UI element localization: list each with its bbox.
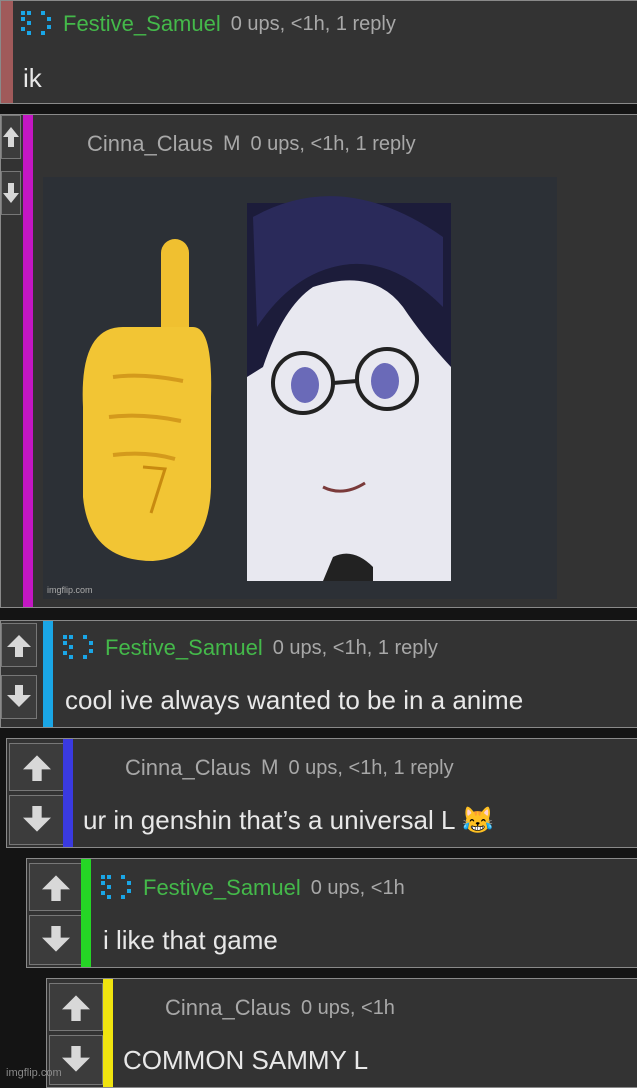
- comment: Festive_Samuel 0 ups, <1h, 1 reply ik: [0, 0, 637, 104]
- thread-bar: [63, 739, 73, 847]
- username[interactable]: Festive_Samuel: [143, 875, 301, 901]
- comment-header: Festive_Samuel 0 ups, <1h, 1 reply: [21, 9, 396, 39]
- imgflip-watermark: imgflip.com: [6, 1067, 62, 1079]
- upvote-button[interactable]: [9, 743, 65, 791]
- comment: Festive_Samuel 0 ups, <1h i like that ga…: [26, 858, 637, 968]
- comment-text: ik: [23, 63, 42, 93]
- comment-text: cool ive always wanted to be in a anime: [65, 685, 524, 715]
- comment: Festive_Samuel 0 ups, <1h, 1 reply cool …: [0, 620, 637, 728]
- thread-bar: [81, 859, 91, 967]
- username[interactable]: Cinna_Claus: [87, 131, 213, 157]
- comment-header: Cinna_Claus M 0 ups, <1h, 1 reply: [87, 131, 416, 157]
- comment: Cinna_Claus M 0 ups, <1h, 1 reply ur in …: [6, 738, 637, 848]
- pointing-finger-emoji-image: [82, 196, 451, 581]
- down-arrow-icon: [3, 183, 19, 203]
- mod-badge: M: [260, 756, 279, 779]
- comment-meta: 0 ups, <1h, 1 reply: [272, 636, 438, 659]
- comment-header: Cinna_Claus M 0 ups, <1h, 1 reply: [125, 755, 454, 781]
- comment-meta: 0 ups, <1h: [310, 876, 405, 899]
- avatar-icon[interactable]: [63, 633, 95, 663]
- comment-header: Cinna_Claus 0 ups, <1h: [165, 995, 395, 1021]
- username[interactable]: Cinna_Claus: [165, 995, 291, 1021]
- down-arrow-icon: [23, 806, 51, 832]
- up-arrow-icon: [62, 995, 90, 1021]
- comment-header: Festive_Samuel 0 ups, <1h: [101, 873, 405, 903]
- image-watermark: imgflip.com: [47, 585, 93, 595]
- comment: Cinna_Claus 0 ups, <1h COMMON SAMMY L: [46, 978, 637, 1088]
- down-arrow-icon: [7, 685, 31, 707]
- up-arrow-icon: [7, 635, 31, 657]
- thread-bar: [43, 621, 53, 727]
- comment: Cinna_Claus M 0 ups, <1h, 1 reply imgfli…: [0, 114, 637, 608]
- avatar-icon[interactable]: [101, 873, 133, 903]
- thread-bar: [103, 979, 113, 1087]
- upvote-button[interactable]: [29, 863, 83, 911]
- down-arrow-icon: [62, 1046, 90, 1072]
- username[interactable]: Festive_Samuel: [63, 11, 221, 37]
- downvote-button[interactable]: [29, 915, 83, 965]
- upvote-button[interactable]: [1, 115, 21, 159]
- comment-meta: 0 ups, <1h, 1 reply: [250, 132, 416, 155]
- downvote-button[interactable]: [1, 675, 37, 719]
- comment-meta: 0 ups, <1h, 1 reply: [230, 12, 396, 35]
- thread-bar: [1, 1, 13, 103]
- username[interactable]: Festive_Samuel: [105, 635, 263, 661]
- comment-text: i like that game: [103, 925, 278, 955]
- up-arrow-icon: [42, 875, 70, 901]
- avatar-icon[interactable]: [21, 9, 53, 39]
- username[interactable]: Cinna_Claus: [125, 755, 251, 781]
- comment-meta: 0 ups, <1h, 1 reply: [288, 756, 454, 779]
- upvote-button[interactable]: [1, 623, 37, 667]
- downvote-button[interactable]: [9, 795, 65, 845]
- comment-image[interactable]: imgflip.com: [43, 177, 557, 599]
- comment-text: ur in genshin that’s a universal L 😹: [83, 805, 495, 835]
- comment-header: Festive_Samuel 0 ups, <1h, 1 reply: [63, 633, 438, 663]
- comment-meta: 0 ups, <1h: [300, 996, 395, 1019]
- down-arrow-icon: [42, 926, 70, 952]
- downvote-button[interactable]: [1, 171, 21, 215]
- mod-badge: M: [222, 132, 241, 155]
- comment-text: COMMON SAMMY L: [123, 1045, 369, 1075]
- up-arrow-icon: [23, 755, 51, 781]
- upvote-button[interactable]: [49, 983, 103, 1031]
- thread-bar: [23, 115, 33, 607]
- up-arrow-icon: [3, 127, 19, 147]
